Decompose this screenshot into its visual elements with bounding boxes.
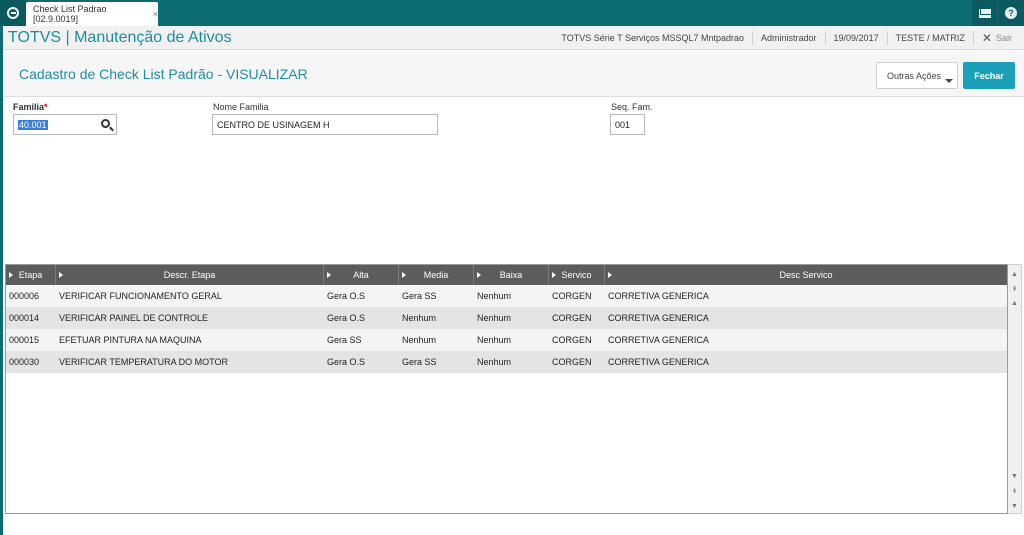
cell-media: Gera SS (402, 357, 437, 367)
cell-alta: Gera O.S (327, 291, 366, 301)
environment-label: TOTVS Série T Serviços MSSQL7 Mntpadrao (561, 33, 744, 43)
user-label: Administrador (752, 31, 825, 45)
tab-label: Check List Padrao [02.9.0019] (33, 4, 107, 24)
cell-etapa: 000014 (9, 313, 40, 323)
seq-fam-value: 001 (615, 119, 631, 130)
familia-input[interactable]: 40.001 (13, 114, 117, 135)
cell-etapa: 000030 (9, 357, 40, 367)
column-header-media[interactable]: Media (399, 265, 474, 285)
seq-fam-label: Seq. Fam. (611, 102, 653, 112)
top-icons: ? (972, 0, 1024, 26)
outras-acoes-label: Outras Ações (887, 70, 942, 81)
close-icon: ✕ (981, 31, 992, 45)
grid-header: Etapa Descr. Etapa Alta Media Baixa Serv… (6, 265, 1007, 285)
table-row[interactable]: 000006 VERIFICAR FUNCIONAMENTO GERAL Ger… (6, 285, 1007, 307)
column-header-etapa[interactable]: Etapa (6, 265, 56, 285)
sort-arrow-icon (608, 272, 612, 278)
cell-descr-etapa: EFETUAR PINTURA NA MAQUINA (59, 335, 202, 345)
column-header-servico[interactable]: Servico (549, 265, 605, 285)
column-header-alta[interactable]: Alta (324, 265, 399, 285)
sort-arrow-icon (477, 272, 481, 278)
top-tab-bar: Check List Padrao [02.9.0019] × ? (0, 0, 1024, 26)
nome-familia-value: CENTRO DE USINAGEM H (217, 119, 330, 130)
cell-desc-servico: CORRETIVA GENERICA (608, 357, 709, 367)
tab-close-icon[interactable]: × (153, 9, 158, 19)
cell-descr-etapa: VERIFICAR PAINEL DE CONTROLE (59, 313, 209, 323)
cell-servico: CORGEN (552, 357, 592, 367)
page-title: Cadastro de Check List Padrão - VISUALIZ… (19, 66, 308, 82)
cell-desc-servico: CORRETIVA GENERICA (608, 335, 709, 345)
cell-alta: Gera O.S (327, 357, 366, 367)
cell-media: Gera SS (402, 291, 437, 301)
fechar-button[interactable]: Fechar (963, 62, 1015, 89)
scroll-page-up-icon[interactable]: ⇞ (1008, 282, 1021, 296)
date-label: 19/09/2017 (824, 31, 887, 45)
required-marker: * (44, 102, 48, 112)
column-header-descr-etapa[interactable]: Descr. Etapa (56, 265, 324, 285)
logout-label: Sair (995, 33, 1012, 43)
familia-value: 40.001 (18, 119, 48, 130)
sort-arrow-icon (59, 272, 63, 278)
cell-baixa: Nenhum (477, 313, 512, 323)
familia-label: Familia* (13, 102, 48, 112)
sort-arrow-icon (327, 272, 331, 278)
grid-scrollbar[interactable]: ▲ ⇞ ▲ ▼ ⇟ ▼ (1008, 264, 1022, 514)
cell-descr-etapa: VERIFICAR TEMPERATURA DO MOTOR (59, 357, 229, 367)
scroll-top-icon[interactable]: ▲ (1008, 267, 1021, 281)
column-header-desc-servico[interactable]: Desc Servico (605, 265, 1007, 285)
cell-desc-servico: CORRETIVA GENERICA (608, 291, 709, 301)
page-title-bar: Cadastro de Check List Padrão - VISUALIZ… (3, 51, 1024, 97)
app-title: TOTVS | Manutenção de Ativos (8, 29, 232, 46)
seq-fam-input[interactable]: 001 (610, 114, 645, 135)
cell-media: Nenhum (402, 335, 437, 345)
scroll-down-icon[interactable]: ▼ (1008, 469, 1021, 483)
cell-servico: CORGEN (552, 291, 592, 301)
cell-baixa: Nenhum (477, 291, 512, 301)
table-row[interactable]: 000030 VERIFICAR TEMPERATURA DO MOTOR Ge… (6, 351, 1007, 373)
cell-desc-servico: CORRETIVA GENERICA (608, 313, 709, 323)
scroll-bottom-icon[interactable]: ▼ (1008, 499, 1021, 513)
table-row[interactable]: 000015 EFETUAR PINTURA NA MAQUINA Gera S… (6, 329, 1007, 351)
nome-familia-label: Nome Familia (213, 102, 269, 112)
search-icon[interactable] (101, 119, 110, 128)
mail-icon[interactable] (972, 0, 998, 26)
table-row[interactable]: 000014 VERIFICAR PAINEL DE CONTROLE Gera… (6, 307, 1007, 329)
cell-alta: Gera SS (327, 335, 362, 345)
help-icon[interactable]: ? (998, 0, 1024, 26)
sort-arrow-icon (552, 272, 556, 278)
sort-arrow-icon (9, 272, 13, 278)
cell-descr-etapa: VERIFICAR FUNCIONAMENTO GERAL (59, 291, 222, 301)
outras-acoes-button[interactable]: Outras Ações (876, 62, 958, 89)
cell-etapa: 000006 (9, 291, 40, 301)
scroll-page-down-icon[interactable]: ⇟ (1008, 484, 1021, 498)
company-label: TESTE / MATRIZ (886, 31, 973, 45)
cell-servico: CORGEN (552, 335, 592, 345)
logout-button[interactable]: ✕ Sair (972, 31, 1024, 45)
nome-familia-input[interactable]: CENTRO DE USINAGEM H (212, 114, 438, 135)
scroll-up-icon[interactable]: ▲ (1008, 296, 1021, 310)
totvs-logo-icon[interactable] (0, 0, 26, 26)
cell-media: Nenhum (402, 313, 437, 323)
chevron-down-icon (945, 79, 953, 83)
app-header: TOTVS | Manutenção de Ativos TOTVS Série… (3, 26, 1024, 50)
tab-check-list-padrao[interactable]: Check List Padrao [02.9.0019] × (26, 2, 158, 26)
left-stripe (0, 26, 3, 535)
header-info: TOTVS Série T Serviços MSSQL7 Mntpadrao … (553, 26, 1024, 50)
cell-baixa: Nenhum (477, 335, 512, 345)
cell-etapa: 000015 (9, 335, 40, 345)
column-header-baixa[interactable]: Baixa (474, 265, 549, 285)
sort-arrow-icon (402, 272, 406, 278)
check-list-grid[interactable]: Etapa Descr. Etapa Alta Media Baixa Serv… (5, 264, 1008, 514)
cell-baixa: Nenhum (477, 357, 512, 367)
cell-alta: Gera O.S (327, 313, 366, 323)
cell-servico: CORGEN (552, 313, 592, 323)
